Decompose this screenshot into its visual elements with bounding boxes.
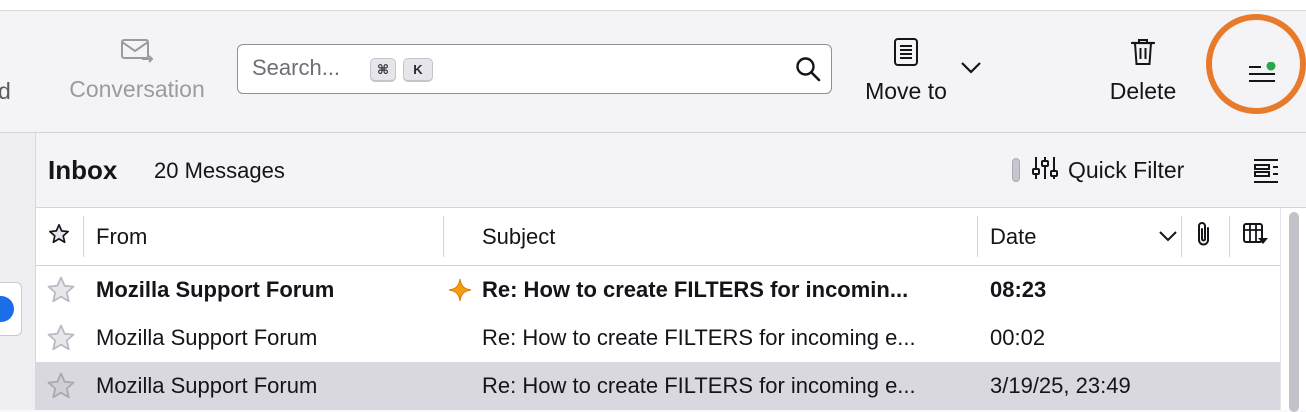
conversation-label: Conversation: [69, 76, 205, 102]
column-from-label: From: [96, 223, 148, 249]
account-badge[interactable]: [0, 282, 22, 336]
delete-label: Delete: [1109, 78, 1177, 104]
column-date-label: Date: [990, 223, 1037, 249]
conversation-button[interactable]: Conversation: [62, 37, 212, 103]
column-subject-label: Subject: [482, 223, 556, 249]
message-row[interactable]: Mozilla Support Forum Re: How to create …: [36, 362, 1280, 410]
message-row[interactable]: Mozilla Support Forum Re: How to create …: [36, 314, 1280, 362]
column-date[interactable]: Date: [990, 208, 1180, 265]
message-count: 20 Messages: [154, 158, 285, 183]
column-divider[interactable]: [1229, 216, 1230, 257]
paperclip-icon: [1194, 220, 1214, 254]
star-toggle-icon[interactable]: [46, 323, 76, 358]
star-toggle-icon[interactable]: [46, 275, 76, 310]
star-toggle-icon[interactable]: [46, 371, 76, 406]
shortcut-key-cmd: ⌘: [370, 58, 396, 82]
move-to-button[interactable]: Move to: [858, 37, 954, 105]
column-attachment[interactable]: [1194, 208, 1218, 265]
message-date: 08:23: [990, 277, 1047, 302]
window-top-strip: [0, 0, 1306, 11]
trash-icon: [1130, 37, 1156, 72]
message-list-display-options-icon[interactable]: [1252, 157, 1280, 190]
column-picker-icon: [1242, 222, 1268, 252]
conversation-icon: [120, 37, 154, 70]
column-star[interactable]: [48, 208, 80, 265]
message-date: 3/19/25, 23:49: [990, 373, 1131, 398]
app-menu-button[interactable]: [1235, 46, 1287, 98]
shortcut-key-k: K: [403, 58, 433, 82]
search-box[interactable]: ⌘ K: [237, 44, 832, 94]
scrollbar-thumb[interactable]: [1289, 212, 1299, 412]
message-list-scrollbar[interactable]: [1280, 208, 1306, 412]
message-subject: Re: How to create FILTERS for incoming e…: [482, 373, 916, 398]
quick-filter-label: Quick Filter: [1068, 157, 1185, 183]
delete-button[interactable]: Delete: [1098, 37, 1188, 105]
new-message-sparkle-icon: [448, 278, 472, 307]
message-subject: Re: How to create FILTERS for incomin...: [482, 277, 909, 302]
truncated-toolbar-label: d: [0, 78, 11, 104]
column-subject[interactable]: Subject: [482, 208, 962, 265]
column-divider[interactable]: [83, 216, 84, 257]
account-dot-icon: [0, 296, 14, 322]
search-input[interactable]: [252, 53, 362, 83]
folder-pane-edge: [0, 133, 36, 410]
column-from[interactable]: From: [96, 208, 436, 265]
folder-header: Inbox 20 Messages Quick Filter: [36, 133, 1306, 208]
column-divider[interactable]: [443, 216, 444, 257]
main-toolbar: d Conversation ⌘ K Move to: [0, 11, 1306, 133]
folder-title: Inbox: [48, 155, 118, 185]
message-list-column-header: From Subject Date: [36, 208, 1280, 266]
quick-filter-toggle[interactable]: [1012, 158, 1020, 182]
column-picker[interactable]: [1242, 208, 1272, 265]
star-column-icon: [48, 223, 70, 251]
message-subject: Re: How to create FILTERS for incoming e…: [482, 325, 916, 350]
message-from: Mozilla Support Forum: [96, 277, 335, 302]
column-divider[interactable]: [1181, 216, 1182, 257]
sort-chevron-down-icon[interactable]: [1158, 230, 1178, 249]
message-from: Mozilla Support Forum: [96, 325, 318, 350]
message-row[interactable]: Mozilla Support Forum Re: How to create …: [36, 266, 1280, 314]
message-from: Mozilla Support Forum: [96, 373, 318, 398]
chevron-down-icon[interactable]: [960, 61, 982, 80]
quick-filter-button[interactable]: Quick Filter: [1032, 155, 1184, 186]
column-divider[interactable]: [977, 216, 978, 257]
search-icon[interactable]: [795, 56, 821, 87]
document-icon: [893, 37, 919, 72]
filter-sliders-icon: [1032, 155, 1058, 186]
message-date: 00:02: [990, 325, 1046, 350]
move-to-label: Move to: [865, 78, 947, 104]
hamburger-menu-icon: [1247, 61, 1277, 91]
